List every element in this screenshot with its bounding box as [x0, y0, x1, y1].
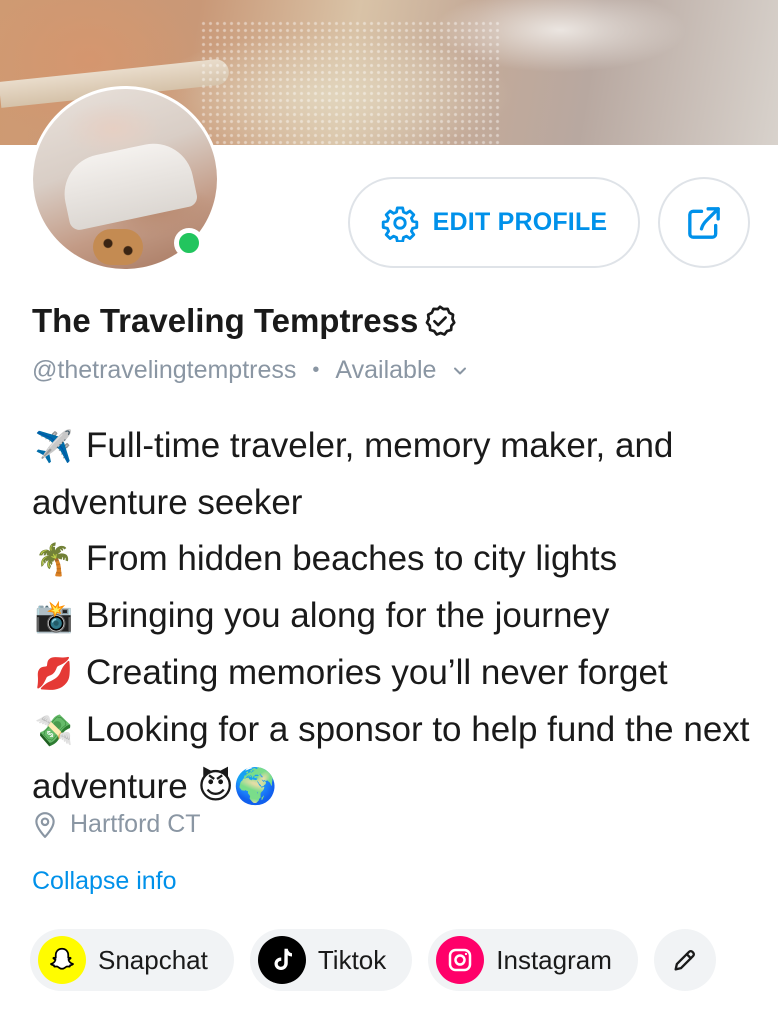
tiktok-link[interactable]: Tiktok: [249, 929, 413, 991]
bio-line: 💋 Creating memories you’ll never forget: [32, 645, 752, 702]
social-links: Snapchat Tiktok Instagram: [30, 929, 716, 991]
airplane-emoji: ✈️: [34, 429, 74, 464]
edit-profile-button[interactable]: EDIT PROFILE: [348, 177, 640, 268]
location: Hartford CT: [32, 810, 201, 839]
share-icon: [688, 206, 720, 239]
edit-links-button[interactable]: [653, 929, 716, 991]
cover-texture: [200, 20, 500, 145]
edit-profile-label: EDIT PROFILE: [432, 208, 608, 236]
availability-status[interactable]: Available: [335, 356, 436, 385]
location-pin-icon: [35, 811, 55, 838]
snapchat-label: Snapchat: [98, 944, 208, 975]
bio-text: From hidden beaches to city lights: [86, 539, 618, 578]
share-button[interactable]: [658, 177, 750, 268]
display-name: The Traveling Temptress: [32, 302, 419, 339]
verified-badge-icon: [425, 305, 456, 336]
avatar-detail: [57, 136, 199, 232]
palm-tree-emoji: 🌴: [34, 542, 74, 577]
avatar-detail: [93, 229, 143, 265]
bio-text: Creating memories you’ll never forget: [86, 653, 668, 692]
collapse-info-link[interactable]: Collapse info: [32, 867, 177, 896]
tiktok-icon: [257, 936, 306, 984]
bio: ✈️ Full-time traveler, memory maker, and …: [32, 418, 752, 815]
bio-line: 🌴 From hidden beaches to city lights: [32, 531, 752, 588]
money-wings-emoji: 💸: [34, 713, 74, 748]
chevron-down-icon[interactable]: [450, 361, 470, 381]
bio-text: Bringing you along for the journey: [86, 596, 610, 635]
tiktok-label: Tiktok: [317, 944, 387, 975]
separator-dot: •: [312, 359, 320, 381]
handle-row: @thetravelingtemptress • Available: [32, 356, 470, 385]
instagram-icon: [436, 936, 485, 984]
gear-icon: [381, 206, 418, 242]
bio-line: ✈️ Full-time traveler, memory maker, and …: [32, 418, 752, 531]
snapchat-link[interactable]: Snapchat: [30, 929, 234, 991]
bio-text: Looking for a sponsor to help fund the n…: [32, 710, 750, 806]
username-handle: @thetravelingtemptress: [32, 356, 297, 384]
bio-text: Full-time traveler, memory maker, and ad…: [32, 426, 674, 522]
bio-line: 📸 Bringing you along for the journey: [32, 588, 752, 645]
kiss-emoji: 💋: [34, 656, 74, 691]
snapchat-icon: [38, 936, 86, 984]
bio-line: 💸 Looking for a sponsor to help fund the …: [32, 702, 752, 815]
pencil-icon: [674, 950, 695, 971]
camera-emoji: 📸: [34, 599, 74, 634]
online-status-dot: [174, 228, 204, 258]
location-text: Hartford CT: [70, 810, 201, 838]
instagram-link[interactable]: Instagram: [428, 929, 638, 991]
profile-name: The Traveling Temptress: [32, 302, 458, 340]
instagram-label: Instagram: [496, 944, 612, 975]
